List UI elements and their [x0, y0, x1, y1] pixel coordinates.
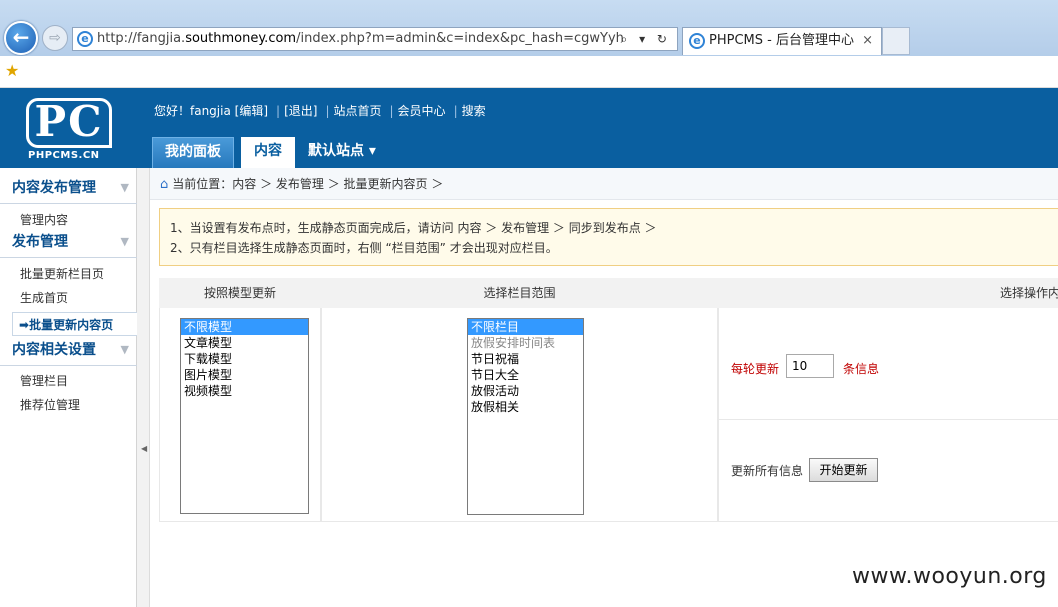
phpcms-logo: PC PHPCMS.CN [26, 98, 114, 162]
column-header-operation: 选择操作内容 [718, 278, 1058, 308]
cms-header: PC PHPCMS.CN 您好！fangjia [编辑] | [退出] | 站点首页 | 会… [0, 88, 1058, 168]
per-round-unit: 条信息 [843, 362, 880, 376]
sidebar-item-manage-category[interactable]: 管理栏目 [0, 369, 137, 393]
logo-mark: PC [26, 98, 112, 148]
sidebar-item-label: 批量更新内容页 [29, 318, 114, 332]
forward-arrow-icon: ⇨ [49, 30, 61, 46]
member-center-link[interactable]: 会员中心 [398, 104, 446, 118]
collapse-arrow-icon[interactable]: ◀ [141, 444, 147, 453]
tab-content[interactable]: 内容 [241, 137, 295, 168]
chevron-down-icon: ▼ [120, 181, 129, 194]
category-option[interactable]: 不限栏目 [468, 319, 583, 335]
section-title: 内容相关设置 [12, 342, 96, 358]
favorites-star-icon[interactable]: ★ [5, 61, 19, 80]
model-option[interactable]: 文章模型 [181, 335, 308, 351]
model-option[interactable]: 视频模型 [181, 383, 308, 399]
logo-text: PHPCMS.CN [28, 150, 100, 161]
model-select[interactable]: 不限模型 文章模型 下载模型 图片模型 视频模型 [180, 318, 309, 514]
new-tab-button[interactable] [882, 27, 910, 55]
model-option[interactable]: 图片模型 [181, 367, 308, 383]
url-suffix: /index.php?m=admin&c=index&pc_hash=cgwYy… [296, 31, 624, 46]
site-home-link[interactable]: 站点首页 [333, 104, 381, 118]
address-bar[interactable]: e http://fangjia.southmoney.com/index.php… [72, 27, 678, 51]
sidebar-section-content-publish[interactable]: 内容发布管理 ▼ [0, 172, 137, 204]
section-title: 内容发布管理 [12, 180, 96, 196]
browser-tab[interactable]: e PHPCMS - 后台管理中心 × [682, 27, 882, 55]
sidebar-item-generate-home[interactable]: 生成首页 [0, 286, 137, 310]
favorites-bar: ★ [0, 56, 1058, 88]
sidebar-section-content-settings[interactable]: 内容相关设置 ▼ [0, 334, 137, 366]
category-select[interactable]: 不限栏目 放假安排时间表 节日祝福 节日大全 放假活动 放假相关 [467, 318, 584, 515]
ie-icon: e [77, 31, 93, 47]
start-update-button[interactable]: 开始更新 [809, 458, 878, 482]
sidebar-item-batch-content[interactable]: ➡批量更新内容页 [12, 312, 137, 336]
model-option[interactable]: 下载模型 [181, 351, 308, 367]
address-tools-icon[interactable]: ⌕ ▾ ↻ [621, 28, 671, 50]
browser-toolbar: ← ⇨ e http://fangjia.southmoney.com/index… [0, 0, 1058, 56]
watermark: www.wooyun.org [852, 564, 1047, 589]
category-option[interactable]: 放假活动 [468, 383, 583, 399]
column-header-model: 按照模型更新 [159, 278, 321, 308]
sidebar-splitter[interactable]: ◀ [137, 168, 150, 607]
back-button[interactable]: ← [4, 21, 38, 55]
category-option[interactable]: 节日祝福 [468, 351, 583, 367]
chevron-down-icon: ▼ [120, 343, 129, 356]
sidebar-item-batch-category[interactable]: 批量更新栏目页 [0, 262, 137, 286]
search-link[interactable]: 搜索 [462, 104, 486, 118]
category-option[interactable]: 放假相关 [468, 399, 583, 415]
section-title: 发布管理 [12, 234, 68, 250]
url-domain: southmoney.com [185, 31, 297, 46]
tab-close-icon[interactable]: × [862, 28, 873, 54]
breadcrumb: ⌂ 当前位置：内容 ＞ 发布管理 ＞ 批量更新内容页 ＞ [150, 168, 1058, 200]
logout-link[interactable]: [退出] [284, 104, 317, 118]
tab-my-panel[interactable]: 我的面板 [152, 137, 234, 168]
url-prefix: http://fangjia. [97, 31, 186, 46]
notice-line-1: 1、当设置有发布点时，生成静态页面完成后，请访问 内容 ＞ 发布管理 ＞ 同步到… [170, 221, 657, 235]
category-option[interactable]: 节日大全 [468, 367, 583, 383]
per-round-label: 每轮更新 [731, 362, 780, 376]
update-all-label: 更新所有信息 [731, 464, 804, 478]
model-option[interactable]: 不限模型 [181, 319, 308, 335]
notice-line-2: 2、只有栏目选择生成静态页面时，右侧 “栏目范围” 才会出现对应栏目。 [170, 241, 558, 255]
per-round-input[interactable]: 10 [786, 354, 834, 378]
operation-column [718, 308, 1058, 522]
notice-box: 1、当设置有发布点时，生成静态页面完成后，请访问 内容 ＞ 发布管理 ＞ 同步到… [159, 208, 1058, 266]
home-icon: ⌂ [160, 177, 169, 192]
forward-button[interactable]: ⇨ [42, 25, 68, 51]
breadcrumb-text: 当前位置：内容 ＞ 发布管理 ＞ 批量更新内容页 ＞ [172, 177, 444, 191]
column-header-category: 选择栏目范围 [321, 278, 718, 308]
left-sidebar: 内容发布管理 ▼ 管理内容 发布管理 ▼ 批量更新栏目页 生成首页 ➡批量更新内… [0, 168, 137, 607]
arrow-right-icon: ➡ [19, 318, 30, 332]
site-selector[interactable]: 默认站点 ▾ [304, 137, 394, 168]
browser-window: ← ⇨ e http://fangjia.southmoney.com/index… [0, 0, 1058, 607]
top-nav: 您好！fangjia [编辑] | [退出] | 站点首页 | 会员中心 | 搜索 [154, 104, 486, 118]
sidebar-section-publish-manage[interactable]: 发布管理 ▼ [0, 226, 137, 258]
sidebar-item-position-manage[interactable]: 推荐位管理 [0, 393, 137, 417]
category-option[interactable]: 放假安排时间表 [468, 335, 583, 351]
back-arrow-icon: ← [12, 25, 30, 49]
tab-title: PHPCMS - 后台管理中心 [709, 33, 854, 48]
operation-divider [719, 419, 1058, 420]
chevron-down-icon: ▼ [120, 235, 129, 248]
tab-ie-icon: e [689, 33, 705, 49]
greeting[interactable]: 您好！fangjia [编辑] [154, 104, 268, 118]
